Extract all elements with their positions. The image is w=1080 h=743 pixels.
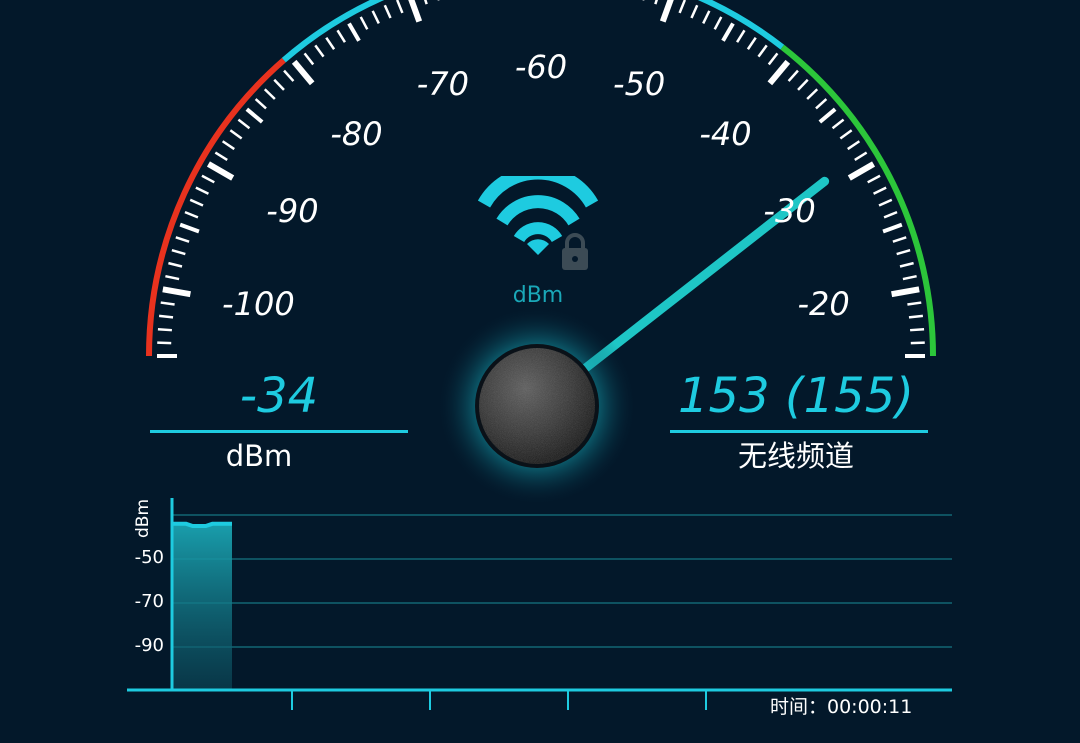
history-y-axis-label-wrap: dBm bbox=[128, 496, 164, 542]
gauge-scale-label: -70 bbox=[416, 65, 469, 104]
gauge-minor-tick bbox=[908, 314, 924, 319]
gauge-minor-tick bbox=[168, 261, 183, 268]
gauge-minor-tick bbox=[171, 248, 186, 256]
gauge-minor-tick bbox=[797, 78, 809, 91]
gauge-minor-tick bbox=[314, 44, 325, 58]
lock-icon bbox=[562, 233, 588, 270]
gauge-major-tick bbox=[659, 0, 674, 23]
gauge-minor-tick bbox=[395, 0, 404, 14]
gauge-minor-tick bbox=[179, 222, 200, 234]
gauge-minor-tick bbox=[371, 10, 380, 24]
gauge-minor-tick bbox=[690, 4, 699, 19]
gauge-minor-tick bbox=[424, 0, 428, 5]
gauge-scale-label: -20 bbox=[797, 285, 850, 324]
gauge-scale-label: -90 bbox=[266, 191, 319, 230]
gauge-scale-label: -60 bbox=[514, 48, 568, 86]
gauge-minor-tick bbox=[263, 88, 276, 100]
gauge-minor-tick bbox=[847, 140, 861, 151]
gauge-minor-tick bbox=[175, 236, 190, 243]
gauge-scale-label: -80 bbox=[330, 115, 383, 154]
gauge-scale-label: -30 bbox=[763, 191, 816, 230]
elapsed-time: 时间：00:00:11 bbox=[770, 696, 913, 718]
gauge-minor-tick bbox=[654, 0, 658, 5]
gauge-minor-tick bbox=[873, 186, 887, 195]
gauge-minor-tick bbox=[195, 186, 209, 195]
gauge-scale-label: -100 bbox=[222, 285, 295, 324]
gauge-minor-tick bbox=[878, 198, 893, 207]
gauge-minor-tick bbox=[787, 69, 799, 82]
gauge-minor-tick bbox=[158, 314, 174, 319]
gauge-minor-tick bbox=[892, 236, 907, 243]
history-area bbox=[173, 523, 232, 690]
signal-underline bbox=[150, 430, 408, 433]
wifi-analyzer-screen: -100 -90 -80 -70 -60 -50 -40 -30 -20 dBm -34 dBm… bbox=[0, 0, 1080, 743]
gauge-minor-tick bbox=[160, 301, 175, 306]
gauge-minor-tick bbox=[767, 52, 779, 66]
gauge-minor-tick bbox=[746, 36, 757, 50]
gauge-scale-label: -50 bbox=[613, 65, 666, 104]
signal-unit-caption: dBm bbox=[225, 439, 293, 473]
channel-caption: 无线频道 bbox=[737, 439, 854, 473]
gauge-minor-tick bbox=[347, 22, 361, 42]
gauge-unit-label: dBm bbox=[512, 283, 564, 308]
gauge-minor-tick bbox=[702, 10, 711, 24]
gauge-minor-tick bbox=[237, 118, 251, 130]
gauge-minor-tick bbox=[899, 261, 914, 268]
gauge-minor-tick bbox=[854, 151, 868, 161]
gauge-minor-tick bbox=[283, 69, 295, 82]
channel-value: 153 (155) bbox=[678, 368, 914, 424]
gauge-minor-tick bbox=[678, 0, 687, 14]
gauge-minor-tick bbox=[229, 129, 243, 140]
gauge-minor-tick bbox=[336, 29, 346, 43]
gauge-minor-tick bbox=[713, 16, 723, 30]
history-line bbox=[173, 521, 232, 528]
gauge-minor-tick bbox=[896, 248, 911, 256]
gauge-minor-tick bbox=[910, 327, 925, 332]
signal-value: -34 bbox=[239, 368, 319, 424]
gauge-major-tick bbox=[291, 59, 315, 86]
gauge-major-tick bbox=[408, 0, 423, 23]
gauge-minor-tick bbox=[839, 129, 853, 140]
gauge-minor-tick bbox=[806, 88, 819, 100]
gauge-minor-tick bbox=[736, 29, 746, 43]
gauge-minor-tick bbox=[883, 210, 898, 219]
gauge-minor-tick bbox=[221, 140, 235, 151]
gauge-minor-tick bbox=[359, 16, 369, 30]
channel-underline bbox=[670, 430, 928, 433]
gauge-minor-tick bbox=[303, 52, 315, 66]
gauge-minor-tick bbox=[189, 198, 204, 207]
gauge-minor-tick bbox=[214, 151, 228, 161]
gauge-major-tick bbox=[847, 161, 876, 181]
gauge-major-tick bbox=[891, 286, 920, 298]
history-y-axis-label: dBm bbox=[133, 498, 154, 539]
gauge-minor-tick bbox=[245, 107, 264, 124]
gauge-major-tick bbox=[767, 59, 791, 86]
gauge-minor-tick bbox=[273, 78, 285, 91]
gauge-minor-tick bbox=[721, 22, 735, 42]
gauge-minor-tick bbox=[254, 98, 267, 110]
wifi-locked-icon bbox=[478, 176, 598, 270]
gauge-minor-tick bbox=[201, 174, 215, 184]
gauge-minor-tick bbox=[902, 274, 917, 281]
gauge-minor-tick bbox=[882, 222, 903, 234]
gauge-scale-label: -40 bbox=[699, 115, 752, 154]
history-y-tick-label: -50 bbox=[134, 547, 164, 568]
gauge-minor-tick bbox=[831, 118, 845, 130]
history-y-tick-label: -70 bbox=[134, 591, 164, 612]
history-y-tick-label: -90 bbox=[134, 635, 164, 656]
gauge-major-tick bbox=[162, 286, 191, 298]
gauge-minor-tick bbox=[907, 301, 922, 306]
gauge-minor-tick bbox=[815, 98, 828, 110]
gauge-minor-tick bbox=[818, 107, 837, 124]
gauge-minor-tick bbox=[184, 210, 199, 219]
hub-texture bbox=[479, 348, 595, 464]
gauge-minor-tick bbox=[867, 174, 881, 184]
gauge-minor-tick bbox=[383, 4, 392, 19]
gauge-minor-tick bbox=[325, 36, 336, 50]
gauge-minor-tick bbox=[757, 44, 768, 58]
gauge-major-tick bbox=[206, 161, 235, 181]
gauge-minor-tick bbox=[165, 274, 180, 281]
gauge-minor-tick bbox=[157, 327, 172, 332]
